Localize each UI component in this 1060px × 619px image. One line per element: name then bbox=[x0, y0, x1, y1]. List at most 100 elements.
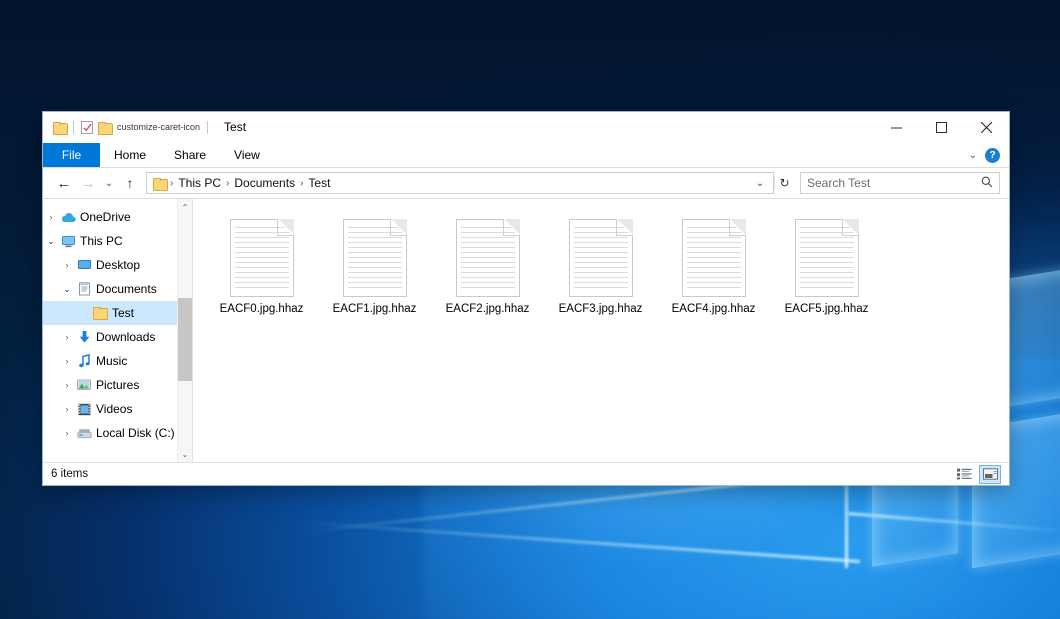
back-button[interactable]: ← bbox=[52, 171, 76, 195]
address-bar-row: ← → ⌄ ↑ › This PC › Documents › Test ⌄ ↻… bbox=[43, 168, 1009, 198]
search-icon[interactable] bbox=[981, 176, 993, 191]
file-name: EACF0.jpg.hhaz bbox=[220, 303, 304, 315]
document-icon bbox=[682, 219, 746, 297]
navigation-pane: › OneDrive ⌄ This PC › bbox=[43, 199, 193, 462]
folder-icon bbox=[91, 307, 109, 319]
file-name: EACF5.jpg.hhaz bbox=[785, 303, 869, 315]
up-button[interactable]: ↑ bbox=[118, 171, 142, 195]
close-button[interactable] bbox=[964, 112, 1009, 143]
ribbon-tab-bar: File Home Share View ⌄ ? bbox=[43, 143, 1009, 168]
file-explorer-window: customize-caret-icon Test File Home Shar… bbox=[42, 111, 1010, 486]
chevron-right-icon[interactable]: › bbox=[59, 404, 75, 414]
chevron-down-icon[interactable]: ⌄ bbox=[43, 236, 59, 247]
sidebar-item-label: Videos bbox=[93, 402, 132, 416]
file-name: EACF3.jpg.hhaz bbox=[559, 303, 643, 315]
search-input[interactable]: Search Test bbox=[807, 176, 981, 190]
sidebar-item-pictures[interactable]: › Pictures bbox=[43, 373, 192, 397]
item-count-label: 6 items bbox=[51, 468, 88, 480]
chevron-right-icon[interactable]: › bbox=[59, 428, 75, 438]
chevron-right-icon[interactable]: › bbox=[59, 356, 75, 366]
sidebar-item-label: OneDrive bbox=[77, 210, 131, 224]
sidebar-item-label: Downloads bbox=[93, 330, 155, 344]
chevron-right-icon[interactable]: › bbox=[43, 212, 59, 222]
sidebar-item-label: Music bbox=[93, 354, 127, 368]
desktop-icon bbox=[75, 259, 93, 271]
folder-tree: › OneDrive ⌄ This PC › bbox=[43, 199, 192, 445]
file-item[interactable]: EACF2.jpg.hhaz bbox=[431, 215, 544, 321]
new-folder-icon[interactable] bbox=[98, 122, 111, 133]
file-item[interactable]: EACF3.jpg.hhaz bbox=[544, 215, 657, 321]
scrollbar-thumb[interactable] bbox=[178, 298, 193, 381]
download-icon bbox=[75, 330, 93, 344]
qat-divider-1 bbox=[73, 121, 74, 134]
breadcrumb[interactable]: › This PC › Documents › Test ⌄ bbox=[146, 172, 774, 194]
tab-home[interactable]: Home bbox=[100, 143, 160, 167]
file-name: EACF2.jpg.hhaz bbox=[446, 303, 530, 315]
desktop: customize-caret-icon Test File Home Shar… bbox=[0, 0, 1060, 619]
maximize-button[interactable] bbox=[919, 112, 964, 143]
monitor-icon bbox=[59, 235, 77, 248]
document-icon bbox=[795, 219, 859, 297]
scrollbar-track[interactable] bbox=[178, 215, 193, 446]
sidebar-item-downloads[interactable]: › Downloads bbox=[43, 325, 192, 349]
chevron-down-icon[interactable]: ⌄ bbox=[59, 284, 75, 295]
customize-caret-icon[interactable]: customize-caret-icon bbox=[117, 123, 200, 132]
qat-divider-2 bbox=[207, 121, 208, 134]
file-item[interactable]: EACF1.jpg.hhaz bbox=[318, 215, 431, 321]
file-item[interactable]: EACF5.jpg.hhaz bbox=[770, 215, 883, 321]
sidebar-item-music[interactable]: › Music bbox=[43, 349, 192, 373]
sidebar-item-label: Desktop bbox=[93, 258, 140, 272]
breadcrumb-item-test[interactable]: Test bbox=[304, 176, 334, 190]
breadcrumb-dropdown-icon[interactable]: ⌄ bbox=[751, 178, 769, 189]
window-controls bbox=[874, 112, 1009, 143]
quick-access-toolbar[interactable]: customize-caret-icon Test bbox=[43, 120, 246, 134]
sidebar-item-local-disk-c[interactable]: › Local Disk (C:) bbox=[43, 421, 192, 445]
large-icons-view-icon[interactable] bbox=[979, 465, 1001, 484]
view-mode-buttons bbox=[953, 465, 1001, 484]
document-icon bbox=[230, 219, 294, 297]
search-box[interactable]: Search Test bbox=[800, 172, 1000, 194]
details-view-icon[interactable] bbox=[953, 465, 975, 484]
sidebar-item-onedrive[interactable]: › OneDrive bbox=[43, 205, 192, 229]
scroll-up-icon[interactable]: ⌃ bbox=[178, 199, 193, 215]
file-item[interactable]: EACF0.jpg.hhaz bbox=[205, 215, 318, 321]
tab-view[interactable]: View bbox=[220, 143, 274, 167]
tab-share[interactable]: Share bbox=[160, 143, 220, 167]
music-icon bbox=[75, 354, 93, 368]
breadcrumb-item-documents[interactable]: Documents bbox=[230, 176, 299, 190]
sidebar-item-desktop[interactable]: › Desktop bbox=[43, 253, 192, 277]
tab-file[interactable]: File bbox=[43, 143, 100, 167]
sidebar-item-label: This PC bbox=[77, 234, 123, 248]
file-list-view[interactable]: EACF0.jpg.hhaz EACF1.jpg.hhaz EACF2.jpg.… bbox=[193, 199, 1009, 462]
window-title: Test bbox=[224, 120, 246, 134]
chevron-right-icon[interactable]: › bbox=[59, 332, 75, 342]
document-icon bbox=[456, 219, 520, 297]
documents-icon bbox=[75, 282, 93, 296]
chevron-right-icon[interactable]: › bbox=[59, 380, 75, 390]
refresh-button[interactable]: ↻ bbox=[774, 176, 794, 190]
minimize-button[interactable] bbox=[874, 112, 919, 143]
cloud-icon bbox=[59, 212, 77, 223]
sidebar-item-documents[interactable]: ⌄ Documents bbox=[43, 277, 192, 301]
file-name: EACF1.jpg.hhaz bbox=[333, 303, 417, 315]
breadcrumb-item-this-pc[interactable]: This PC bbox=[174, 176, 225, 190]
help-icon[interactable]: ? bbox=[985, 148, 1000, 163]
folder-icon[interactable] bbox=[53, 122, 66, 133]
sidebar-item-label: Pictures bbox=[93, 378, 139, 392]
chevron-right-icon[interactable]: › bbox=[59, 260, 75, 270]
sidebar-item-videos[interactable]: › Videos bbox=[43, 397, 192, 421]
forward-button: → bbox=[76, 171, 100, 195]
pictures-icon bbox=[75, 379, 93, 391]
sidebar-item-this-pc[interactable]: ⌄ This PC bbox=[43, 229, 192, 253]
recent-locations-button[interactable]: ⌄ bbox=[100, 171, 118, 195]
scroll-down-icon[interactable]: ⌄ bbox=[178, 446, 193, 462]
chevron-down-icon[interactable]: ⌄ bbox=[969, 150, 977, 161]
title-bar: customize-caret-icon Test bbox=[43, 112, 1009, 143]
breadcrumb-folder-icon bbox=[153, 178, 166, 189]
sidebar-scrollbar[interactable]: ⌃ ⌄ bbox=[177, 199, 192, 462]
properties-checkbox-icon[interactable] bbox=[81, 121, 93, 134]
file-item[interactable]: EACF4.jpg.hhaz bbox=[657, 215, 770, 321]
document-icon bbox=[343, 219, 407, 297]
sidebar-item-label: Documents bbox=[93, 282, 157, 296]
sidebar-item-test[interactable]: Test bbox=[43, 301, 192, 325]
